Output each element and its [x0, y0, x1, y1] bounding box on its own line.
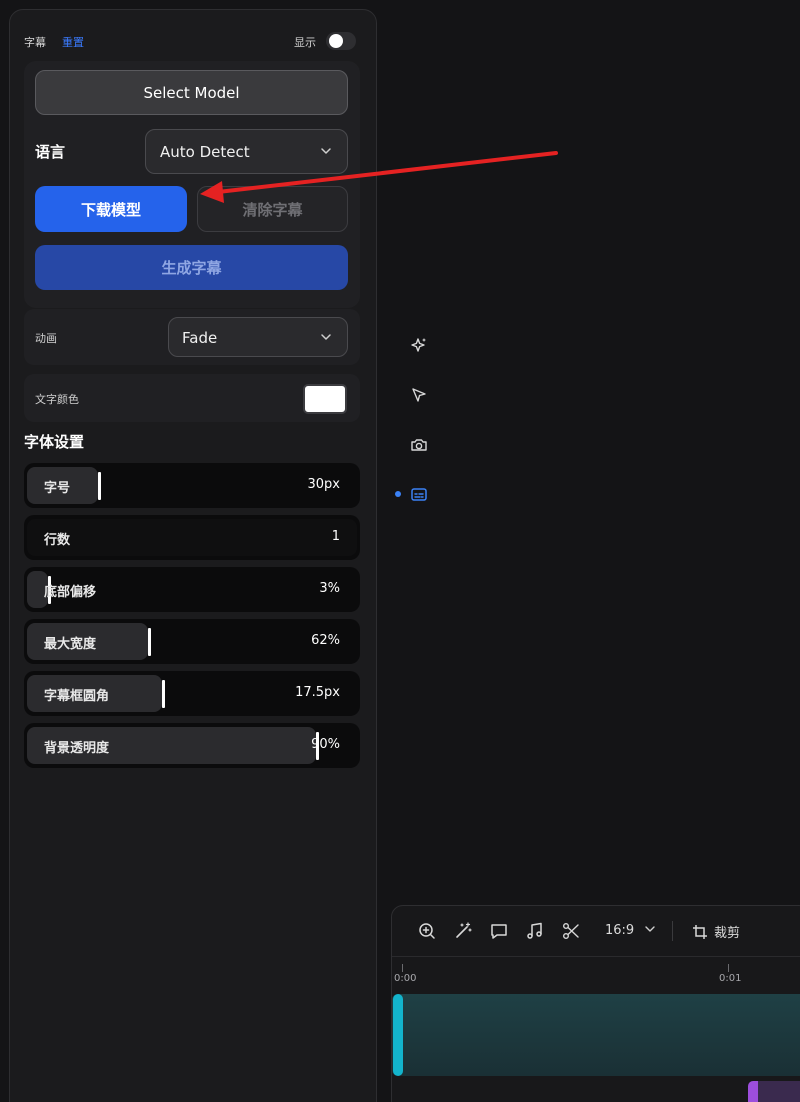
- model-card: Select Model 语言 Auto Detect 下载模型 清除字幕 生成…: [24, 61, 360, 308]
- slider-label: 底部偏移: [44, 585, 97, 600]
- aspect-ratio-value: 16:9: [605, 923, 635, 938]
- zoom-in-icon[interactable]: [417, 921, 437, 941]
- animation-value: Fade: [182, 329, 218, 347]
- magic-wand-icon[interactable]: [453, 921, 473, 941]
- time-tick: [728, 964, 729, 972]
- animation-select[interactable]: Fade: [168, 317, 348, 357]
- time-label: 0:01: [719, 973, 742, 984]
- slider-handle[interactable]: [162, 680, 165, 708]
- slider-label: 字幕框圆角: [44, 689, 110, 704]
- reset-link[interactable]: 重置: [62, 34, 84, 50]
- download-model-button[interactable]: 下载模型: [35, 186, 187, 232]
- time-tick: [402, 964, 403, 972]
- select-model-button[interactable]: Select Model: [35, 70, 348, 115]
- subtitle-panel: 字幕 重置 显示 Select Model 语言 Auto Detect 下载模…: [9, 9, 377, 1102]
- subtitles-icon[interactable]: [409, 484, 429, 504]
- toolbar-divider: [672, 921, 673, 941]
- timeline-panel: 16:9 裁剪 0:00 0:01: [391, 905, 800, 1102]
- slider-label: 行数: [44, 533, 71, 548]
- slider-value: 3%: [319, 581, 340, 596]
- text-color-row: 文字颜色: [24, 374, 360, 422]
- chevron-down-icon: [321, 148, 331, 154]
- slider-fill: [27, 519, 357, 556]
- animation-label: 动画: [35, 332, 57, 345]
- video-track-clip[interactable]: [392, 994, 800, 1076]
- slider-label: 背景透明度: [44, 741, 110, 756]
- comment-icon[interactable]: [489, 921, 509, 941]
- audio-track-clip[interactable]: [748, 1081, 800, 1102]
- text-color-label: 文字颜色: [35, 393, 79, 406]
- clip-trim-handle[interactable]: [393, 994, 403, 1076]
- slider-value: 62%: [311, 633, 340, 648]
- crop-icon: [693, 925, 707, 939]
- language-label: 语言: [35, 143, 66, 161]
- chevron-down-icon: [321, 334, 331, 340]
- slider-value: 1: [331, 529, 340, 544]
- toolbar-divider-line: [392, 956, 800, 957]
- slider-box-radius[interactable]: 字幕框圆角 17.5px: [24, 671, 360, 716]
- clear-subtitles-button[interactable]: 清除字幕: [197, 186, 348, 232]
- language-select[interactable]: Auto Detect: [145, 129, 348, 174]
- animation-row: 动画 Fade: [24, 309, 360, 365]
- slider-bg-opacity[interactable]: 背景透明度 90%: [24, 723, 360, 768]
- generate-subtitles-button[interactable]: 生成字幕: [35, 245, 348, 290]
- slider-label: 字号: [44, 481, 71, 496]
- camera-icon[interactable]: [409, 435, 429, 455]
- sparkle-icon[interactable]: [409, 336, 429, 356]
- cursor-icon[interactable]: [409, 386, 429, 406]
- app-root: 字幕 重置 显示 Select Model 语言 Auto Detect 下载模…: [0, 0, 800, 1102]
- panel-header: 字幕 重置 显示: [24, 32, 356, 50]
- show-toggle[interactable]: [326, 32, 356, 50]
- music-icon[interactable]: [525, 921, 545, 941]
- scissors-icon[interactable]: [561, 921, 581, 941]
- language-value: Auto Detect: [160, 143, 250, 161]
- font-settings-title: 字体设置: [24, 433, 85, 451]
- toggle-knob: [329, 34, 343, 48]
- slider-label: 最大宽度: [44, 637, 97, 652]
- aspect-ratio-select[interactable]: 16:9: [605, 923, 656, 938]
- slider-value: 17.5px: [295, 685, 340, 700]
- slider-value: 90%: [311, 737, 340, 752]
- active-indicator-dot: [395, 491, 401, 497]
- show-label: 显示: [294, 36, 316, 49]
- slider-value: 30px: [307, 477, 341, 492]
- slider-max-width[interactable]: 最大宽度 62%: [24, 619, 360, 664]
- crop-button[interactable]: 裁剪: [692, 922, 740, 941]
- crop-label: 裁剪: [714, 926, 741, 941]
- text-color-swatch[interactable]: [303, 384, 347, 414]
- slider-handle[interactable]: [148, 628, 151, 656]
- time-label: 0:00: [394, 973, 417, 984]
- panel-title: 字幕: [24, 36, 46, 49]
- slider-bottom-offset[interactable]: 底部偏移 3%: [24, 567, 360, 612]
- chevron-down-icon: [645, 926, 656, 932]
- slider-handle[interactable]: [98, 472, 101, 500]
- slider-line-count[interactable]: 行数 1: [24, 515, 360, 560]
- slider-font-size[interactable]: 字号 30px: [24, 463, 360, 508]
